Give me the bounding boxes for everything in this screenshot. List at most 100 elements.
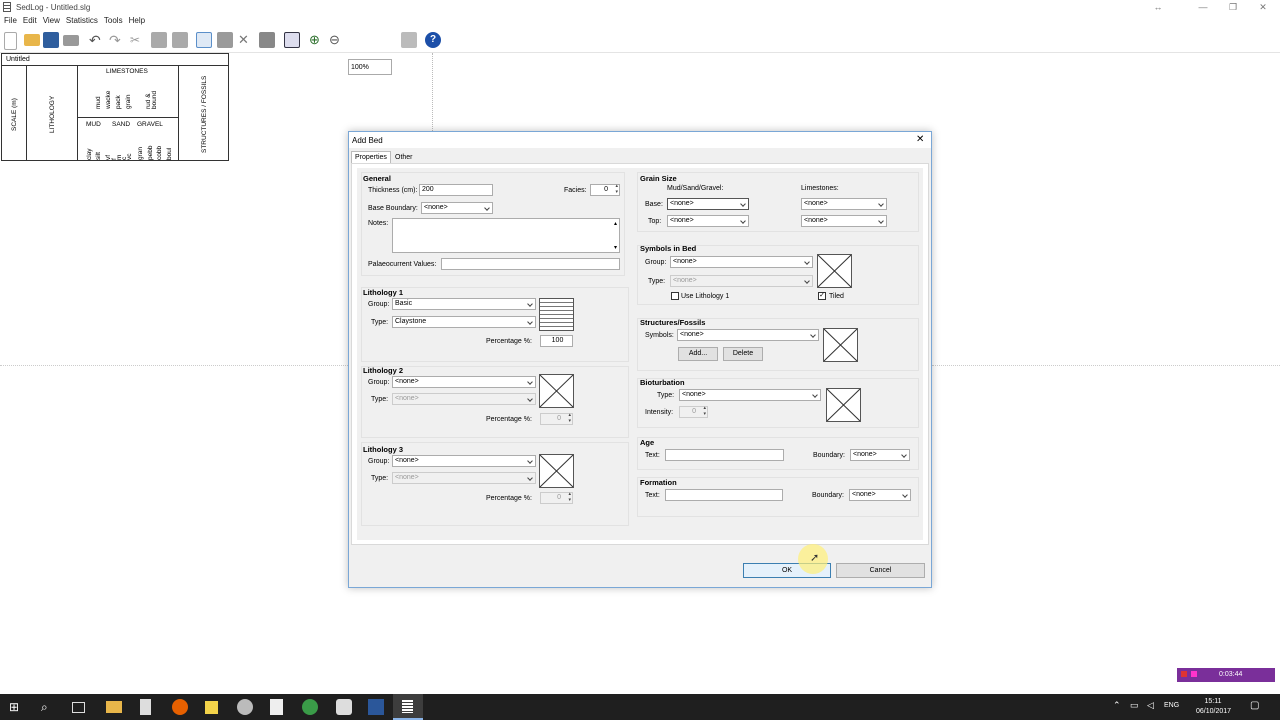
- help-icon[interactable]: ?: [425, 32, 441, 48]
- print-icon[interactable]: [63, 35, 79, 46]
- lithology3-percentage-spinner[interactable]: 0: [540, 491, 573, 504]
- inkscape-icon[interactable]: [270, 699, 283, 715]
- maximize-button[interactable]: ❐: [1218, 0, 1248, 14]
- task-view-icon[interactable]: [72, 702, 85, 713]
- firefox-icon[interactable]: [172, 699, 188, 715]
- lithology1-type-select[interactable]: Claystone: [392, 316, 536, 328]
- title-bar: SedLog - Untitled.slg ↔ — ❐ ✕: [0, 0, 1280, 14]
- grain-size-column: LIMESTONES mud wacke pack grain rud & bo…: [78, 65, 179, 161]
- cut-icon[interactable]: ✂: [130, 32, 146, 48]
- menu-file[interactable]: File: [4, 15, 17, 27]
- show-hidden-icons[interactable]: ⌃: [1113, 700, 1121, 711]
- recorder-pause-icon[interactable]: [1191, 671, 1197, 678]
- formation-text-input[interactable]: [665, 489, 783, 501]
- recorder-stop-icon[interactable]: [1181, 671, 1187, 678]
- add-structure-button[interactable]: Add...: [678, 347, 718, 361]
- options-icon[interactable]: [401, 32, 417, 48]
- menu-statistics[interactable]: Statistics: [66, 15, 98, 27]
- palaeocurrent-input[interactable]: [441, 258, 620, 270]
- new-file-icon[interactable]: [4, 32, 17, 50]
- menu-bar: File Edit View Statistics Tools Help: [0, 15, 300, 27]
- notes-scroll-down-icon[interactable]: ▾: [614, 244, 617, 251]
- volume-icon[interactable]: ◁: [1147, 700, 1154, 711]
- lithology3-group-select[interactable]: <none>: [392, 455, 536, 467]
- bioturbation-type-select[interactable]: <none>: [679, 389, 821, 401]
- age-text-input[interactable]: [665, 449, 784, 461]
- copy-icon[interactable]: [151, 32, 167, 48]
- undo-icon[interactable]: ↶: [89, 32, 105, 48]
- menu-tools[interactable]: Tools: [104, 15, 123, 27]
- lithology2-percentage-spinner[interactable]: 0: [540, 412, 573, 425]
- zoom-out-icon[interactable]: ⊖: [329, 32, 345, 48]
- page-guide-horizontal-right: [932, 365, 1280, 366]
- symbols-group-select[interactable]: <none>: [670, 256, 813, 268]
- limestone-base-select[interactable]: <none>: [801, 198, 887, 210]
- insert-bed-icon[interactable]: [217, 32, 233, 48]
- lithology2-type-select[interactable]: <none>: [392, 393, 536, 405]
- grain-base-select[interactable]: <none>: [667, 198, 749, 210]
- network-icon[interactable]: ▭: [1130, 700, 1139, 711]
- tab-other[interactable]: Other: [392, 153, 416, 163]
- resize-icon[interactable]: ↔: [1143, 0, 1173, 14]
- delete-structure-button[interactable]: Delete: [723, 347, 763, 361]
- grain-top-select[interactable]: <none>: [667, 215, 749, 227]
- zoom-select[interactable]: 100%: [348, 59, 392, 75]
- lithology1-group-select[interactable]: Basic: [392, 298, 536, 310]
- zoom-in-icon[interactable]: ⊕: [309, 32, 325, 48]
- menu-help[interactable]: Help: [129, 15, 145, 27]
- use-lithology1-checkbox[interactable]: [671, 292, 679, 300]
- minimize-button[interactable]: —: [1188, 0, 1218, 14]
- edit-bed-icon[interactable]: [259, 32, 275, 48]
- lithology1-percentage-input[interactable]: 100: [540, 335, 573, 347]
- intensity-label: Intensity:: [645, 409, 674, 416]
- tiled-checkbox[interactable]: ✓: [818, 292, 826, 300]
- close-window-button[interactable]: ✕: [1248, 0, 1278, 14]
- thickness-input[interactable]: 200: [419, 184, 493, 196]
- hat-app-icon[interactable]: [336, 699, 352, 715]
- lithology3-empty-icon: [539, 454, 574, 488]
- chrome-icon[interactable]: [302, 699, 318, 715]
- clock[interactable]: 15:11 06/10/2017: [1196, 697, 1231, 717]
- open-folder-icon[interactable]: [24, 34, 40, 46]
- delete-icon[interactable]: ✕: [238, 32, 254, 48]
- windows-start-icon[interactable]: ⊞: [9, 699, 25, 715]
- lithology1-group-label: Group:: [368, 301, 390, 308]
- scale-column: SCALE (m): [2, 65, 27, 161]
- base-boundary-select[interactable]: <none>: [421, 202, 493, 214]
- cancel-button[interactable]: Cancel: [836, 563, 925, 578]
- file-explorer-icon[interactable]: [106, 701, 122, 713]
- app-icon-settings[interactable]: [237, 699, 253, 715]
- empty-symbol-icon: [817, 254, 852, 288]
- language-indicator[interactable]: ENG: [1164, 702, 1179, 709]
- notifications-icon[interactable]: ▢: [1250, 700, 1259, 711]
- symbols-type-select[interactable]: <none>: [670, 275, 813, 287]
- search-icon[interactable]: ⌕: [41, 699, 57, 715]
- age-boundary-select[interactable]: <none>: [850, 449, 910, 461]
- facies-spinner[interactable]: 0: [590, 183, 620, 196]
- limestone-wacke: wacke: [105, 90, 112, 109]
- add-bed-icon[interactable]: [196, 32, 212, 48]
- structures-symbols-select[interactable]: <none>: [677, 329, 819, 341]
- lithology2-group-label: Group:: [368, 379, 390, 386]
- limestone-top-select[interactable]: <none>: [801, 215, 887, 227]
- general-header: General: [363, 174, 391, 183]
- sedlog-taskbar-item[interactable]: [393, 694, 423, 720]
- notes-textarea[interactable]: ▴ ▾: [392, 218, 620, 253]
- save-icon[interactable]: [43, 32, 59, 48]
- sticky-notes-icon[interactable]: [205, 701, 218, 714]
- menu-view[interactable]: View: [43, 15, 60, 27]
- calculator-icon[interactable]: [140, 699, 151, 715]
- formation-header: Formation: [640, 478, 677, 487]
- menu-edit[interactable]: Edit: [23, 15, 37, 27]
- lithology3-type-select[interactable]: <none>: [392, 472, 536, 484]
- word-icon[interactable]: [368, 699, 384, 715]
- intensity-spinner[interactable]: 0: [679, 405, 708, 418]
- page-setup-icon[interactable]: [284, 32, 300, 48]
- redo-icon[interactable]: ↷: [109, 32, 125, 48]
- paste-icon[interactable]: [172, 32, 188, 48]
- notes-scroll-up-icon[interactable]: ▴: [614, 220, 617, 227]
- dialog-close-icon[interactable]: ✕: [916, 134, 924, 145]
- lithology2-group-select[interactable]: <none>: [392, 376, 536, 388]
- screen-recorder-widget[interactable]: 0:03:44: [1177, 668, 1275, 682]
- formation-boundary-select[interactable]: <none>: [849, 489, 911, 501]
